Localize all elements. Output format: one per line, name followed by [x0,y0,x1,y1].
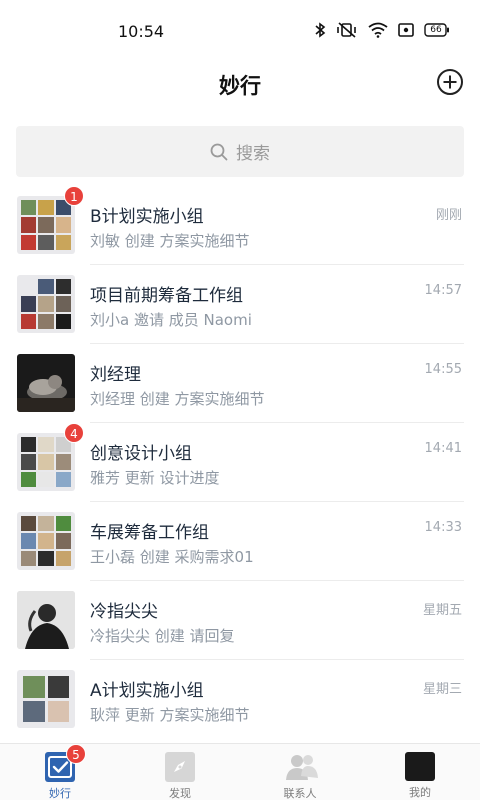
list-item[interactable]: 项目前期筹备工作组 刘小a 邀请 成员 Naomi 14:57 [0,265,480,344]
conversation-time: 刚刚 [435,208,462,223]
conversation-name: 项目前期筹备工作组 [90,286,243,306]
conversation-list: 1 B计划实施小组 刘敏 创建 方案实施细节 刚刚 项目前期筹备工作组 刘小a … [0,186,480,739]
tab-label: 我的 [409,786,431,799]
conversation-time: 14:57 [424,283,462,298]
tab-badge: 5 [66,744,86,764]
list-item[interactable]: 刘经理 刘经理 创建 方案实施细节 14:55 [0,344,480,423]
list-item[interactable]: 冷指尖尖 冷指尖尖 创建 请回复 星期五 [0,581,480,660]
list-item[interactable]: 1 B计划实施小组 刘敏 创建 方案实施细节 刚刚 [0,186,480,265]
group-avatar [17,275,75,333]
conversation-time: 星期三 [422,682,462,697]
compass-icon [165,752,195,782]
conversation-preview: 耿萍 更新 方案实施细节 [90,706,250,724]
status-bar: 10:54 66 [0,0,480,64]
unread-badge: 4 [64,423,84,443]
status-icons: 66 [314,22,450,38]
list-item[interactable]: A计划实施小组 耿萍 更新 方案实施细节 星期三 [0,660,480,739]
search-placeholder: 搜索 [236,144,270,164]
battery-level: 66 [430,25,442,35]
status-time: 10:54 [118,22,165,41]
unread-badge: 1 [64,186,84,206]
search-icon [210,143,228,161]
conversation-preview: 雅芳 更新 设计进度 [90,469,220,487]
mute-vibrate-icon [336,22,358,38]
user-avatar [17,591,75,649]
plus-circle-icon[interactable] [437,69,463,95]
list-item[interactable]: 车展筹备工作组 王小磊 创建 采购需求01 14:33 [0,502,480,581]
wifi-icon [368,22,388,38]
group-avatar [17,512,75,570]
conversation-name: 创意设计小组 [90,444,192,464]
tab-label: 联系人 [283,787,317,800]
conversation-preview: 王小磊 创建 采购需求01 [90,548,254,566]
bluetooth-icon [314,22,326,38]
group-avatar [17,670,75,728]
conversation-name: 刘经理 [90,365,141,385]
profile-avatar-icon [405,752,435,781]
tab-discover[interactable]: 发现 [120,744,240,800]
conversation-preview: 刘经理 创建 方案实施细节 [90,390,265,408]
tab-label: 发现 [169,787,191,800]
user-avatar [17,354,75,412]
conversation-name: 车展筹备工作组 [90,523,209,543]
conversation-name: 冷指尖尖 [90,602,158,622]
battery-icon: 66 [424,23,450,37]
search-input[interactable]: 搜索 [16,126,464,177]
contacts-icon [285,752,318,782]
bottom-tab-bar: 5 妙行 发现 联系人 我的 [0,743,480,800]
group-avatar [17,433,75,491]
conversation-time: 14:55 [424,362,462,377]
conversation-name: B计划实施小组 [90,207,204,227]
screen-record-icon [398,23,414,37]
conversation-name: A计划实施小组 [90,681,204,701]
tab-label: 妙行 [49,787,71,800]
conversation-preview: 刘小a 邀请 成员 Naomi [90,311,252,329]
conversation-preview: 冷指尖尖 创建 请回复 [90,627,235,645]
list-item[interactable]: 4 创意设计小组 雅芳 更新 设计进度 14:41 [0,423,480,502]
tab-contacts[interactable]: 联系人 [240,744,360,800]
page-title: 妙行 [219,74,261,98]
conversation-time: 14:33 [424,520,462,535]
conversation-time: 星期五 [422,603,462,618]
tab-mine[interactable]: 我的 [360,744,480,800]
conversation-time: 14:41 [424,441,462,456]
tab-miaoxing[interactable]: 5 妙行 [0,744,120,800]
app-header: 妙行 [0,64,480,104]
group-avatar [17,196,75,254]
conversation-preview: 刘敏 创建 方案实施细节 [90,232,250,250]
